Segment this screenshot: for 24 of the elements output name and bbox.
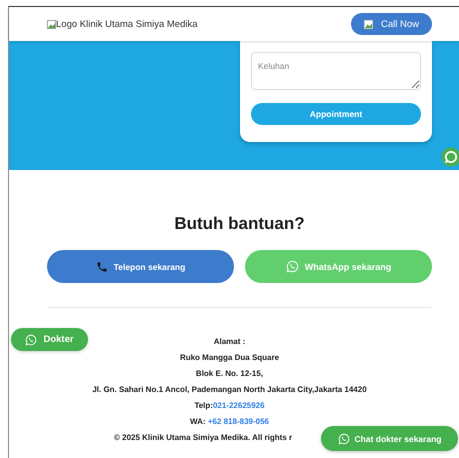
phone-icon: [96, 260, 108, 272]
address-line: Jl. Gn. Sahari No.1 Ancol, Pademangan North Jakarta City,Jakarta 14420: [92, 384, 367, 396]
copyright-text: © 2025 Klinik Utama Simiya Medika. All rights r: [114, 432, 292, 444]
whatsapp-icon: [25, 334, 38, 346]
whatsapp-link[interactable]: +62 818-839-056: [208, 417, 269, 426]
broken-image-icon: [364, 20, 373, 28]
address-label: Alamat :: [214, 336, 246, 348]
phone-link[interactable]: 021-22625926: [212, 401, 265, 410]
complaint-field[interactable]: Keluhan: [251, 52, 421, 90]
whatsapp-label: WA:: [190, 417, 206, 426]
whatsapp-icon[interactable]: [441, 147, 459, 167]
whatsapp-icon: [286, 260, 299, 273]
phone-call-button[interactable]: Telepon sekarang: [47, 250, 234, 283]
whatsapp-icon: [338, 432, 350, 444]
address-line: Ruko Mangga Dua Square: [180, 352, 280, 364]
phone-label: Telp:: [194, 401, 213, 410]
address-line: Blok E. No. 12-15,: [196, 368, 264, 380]
appointment-button[interactable]: Appointment: [251, 103, 421, 125]
broken-image-icon: [47, 20, 56, 28]
doctor-chat-button[interactable]: Dokter: [11, 328, 88, 351]
chat-doctor-button[interactable]: Chat dokter sekarang: [321, 426, 458, 451]
logo-alt-text: Logo Klinik Utama Simiya Medika: [56, 18, 198, 30]
help-heading: Butuh bantuan?: [173, 214, 306, 235]
call-now-button[interactable]: Call Now: [350, 13, 432, 35]
